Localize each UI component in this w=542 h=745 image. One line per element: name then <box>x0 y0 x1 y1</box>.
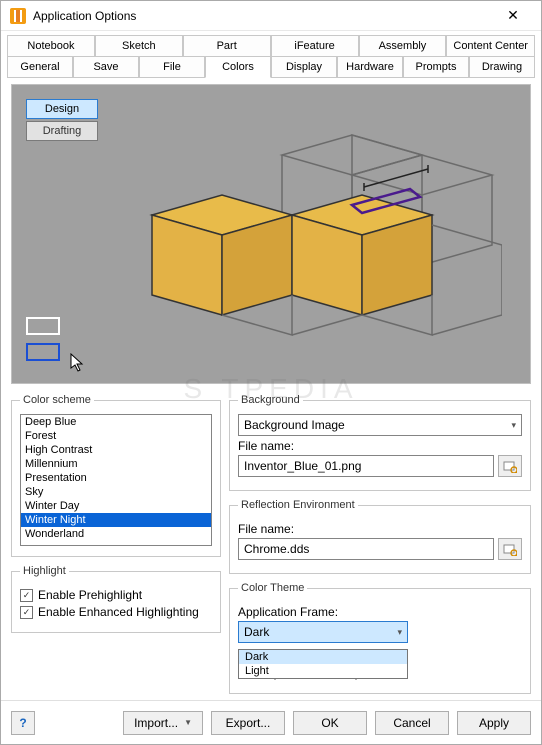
swatch-blue[interactable] <box>26 343 60 361</box>
tab-display[interactable]: Display <box>271 56 337 78</box>
reflection-group: Reflection Environment File name: Chrome… <box>229 499 531 574</box>
background-legend: Background <box>238 394 303 406</box>
tab-save[interactable]: Save <box>73 56 139 78</box>
reflection-browse-button[interactable] <box>498 538 522 560</box>
tab-assembly[interactable]: Assembly <box>359 35 447 56</box>
checkbox-icon: ✓ <box>20 606 33 619</box>
application-options-window: Application Options ✕ Notebook Sketch Pa… <box>0 0 542 745</box>
export-button[interactable]: Export... <box>211 711 285 735</box>
highlight-legend: Highlight <box>20 565 69 577</box>
chevron-down-icon: ▾ <box>511 420 516 431</box>
app-icon <box>9 7 27 25</box>
app-frame-option-light[interactable]: Light <box>239 664 407 678</box>
preview-mode-toggle: Design Drafting <box>26 99 98 141</box>
preview-isometric-drawing <box>102 125 502 365</box>
cancel-button[interactable]: Cancel <box>375 711 449 735</box>
tab-general[interactable]: General <box>7 56 73 78</box>
app-frame-value: Dark <box>244 625 269 639</box>
color-scheme-item[interactable]: Winter Day <box>21 499 211 513</box>
color-theme-group: Color Theme Application Frame: Dark ▾ Da… <box>229 582 531 694</box>
color-scheme-item[interactable]: Millennium <box>21 457 211 471</box>
app-frame-label: Application Frame: <box>238 605 522 619</box>
color-theme-legend: Color Theme <box>238 582 307 594</box>
color-scheme-item[interactable]: Winter Night <box>21 513 211 527</box>
enable-enhanced-highlighting-checkbox[interactable]: ✓ Enable Enhanced Highlighting <box>20 605 212 619</box>
tabs-row-2: General Save File Colors Display Hardwar… <box>7 56 535 78</box>
background-group: Background Background Image ▾ File name:… <box>229 394 531 491</box>
tab-part[interactable]: Part <box>183 35 271 56</box>
close-button[interactable]: ✕ <box>493 7 533 24</box>
tabs-row-1: Notebook Sketch Part iFeature Assembly C… <box>7 35 535 56</box>
titlebar: Application Options ✕ <box>1 1 541 31</box>
chevron-down-icon: ▼ <box>184 718 192 727</box>
footer: ? Import...▼ Export... OK Cancel Apply <box>1 700 541 744</box>
checkbox-icon: ✓ <box>20 589 33 602</box>
drafting-toggle[interactable]: Drafting <box>26 121 98 141</box>
color-scheme-item[interactable]: Forest <box>21 429 211 443</box>
highlight-group: Highlight ✓ Enable Prehighlight ✓ Enable… <box>11 565 221 633</box>
color-scheme-legend: Color scheme <box>20 394 94 406</box>
app-frame-dropdown: Dark Light <box>238 649 408 679</box>
apply-button[interactable]: Apply <box>457 711 531 735</box>
color-scheme-item[interactable]: Sky <box>21 485 211 499</box>
reflection-filename-label: File name: <box>238 522 522 536</box>
tab-drawing[interactable]: Drawing <box>469 56 535 78</box>
prehighlight-label: Enable Prehighlight <box>38 588 142 602</box>
browse-icon <box>503 459 517 473</box>
color-scheme-item[interactable]: Presentation <box>21 471 211 485</box>
tab-file[interactable]: File <box>139 56 205 78</box>
cursor-icon <box>70 353 86 373</box>
color-scheme-item[interactable]: High Contrast <box>21 443 211 457</box>
preview-area: Design Drafting <box>11 84 531 384</box>
background-filename-label: File name: <box>238 439 522 453</box>
enable-prehighlight-checkbox[interactable]: ✓ Enable Prehighlight <box>20 588 212 602</box>
ok-button[interactable]: OK <box>293 711 367 735</box>
color-scheme-group: Color scheme Deep BlueForestHigh Contras… <box>11 394 221 557</box>
app-frame-combo[interactable]: Dark ▾ <box>238 621 408 643</box>
content: Design Drafting <box>1 78 541 700</box>
background-type-value: Background Image <box>244 418 345 432</box>
right-column: Background Background Image ▾ File name:… <box>229 394 531 694</box>
chevron-down-icon: ▾ <box>397 627 402 638</box>
tab-ifeature[interactable]: iFeature <box>271 35 359 56</box>
tab-notebook[interactable]: Notebook <box>7 35 95 56</box>
reflection-filename-input[interactable]: Chrome.dds <box>238 538 494 560</box>
lower-controls: Color scheme Deep BlueForestHigh Contras… <box>11 394 531 694</box>
tab-hardware[interactable]: Hardware <box>337 56 403 78</box>
background-browse-button[interactable] <box>498 455 522 477</box>
preview-swatches <box>26 317 60 361</box>
background-filename-input[interactable]: Inventor_Blue_01.png <box>238 455 494 477</box>
help-button[interactable]: ? <box>11 711 35 735</box>
color-scheme-item[interactable]: Wonderland <box>21 527 211 541</box>
left-column: Color scheme Deep BlueForestHigh Contras… <box>11 394 221 694</box>
tab-sketch[interactable]: Sketch <box>95 35 183 56</box>
tabs: Notebook Sketch Part iFeature Assembly C… <box>1 31 541 78</box>
tab-prompts[interactable]: Prompts <box>403 56 469 78</box>
color-scheme-item[interactable]: Deep Blue <box>21 415 211 429</box>
browse-icon <box>503 542 517 556</box>
tab-content-center[interactable]: Content Center <box>446 35 535 56</box>
app-frame-option-dark[interactable]: Dark <box>239 650 407 664</box>
design-toggle[interactable]: Design <box>26 99 98 119</box>
color-scheme-listbox[interactable]: Deep BlueForestHigh ContrastMillenniumPr… <box>20 414 212 546</box>
reflection-legend: Reflection Environment <box>238 499 358 511</box>
import-button[interactable]: Import...▼ <box>123 711 203 735</box>
tab-colors[interactable]: Colors <box>205 56 271 78</box>
background-type-combo[interactable]: Background Image ▾ <box>238 414 522 436</box>
window-title: Application Options <box>33 9 493 23</box>
swatch-white[interactable] <box>26 317 60 335</box>
enhanced-label: Enable Enhanced Highlighting <box>38 605 199 619</box>
